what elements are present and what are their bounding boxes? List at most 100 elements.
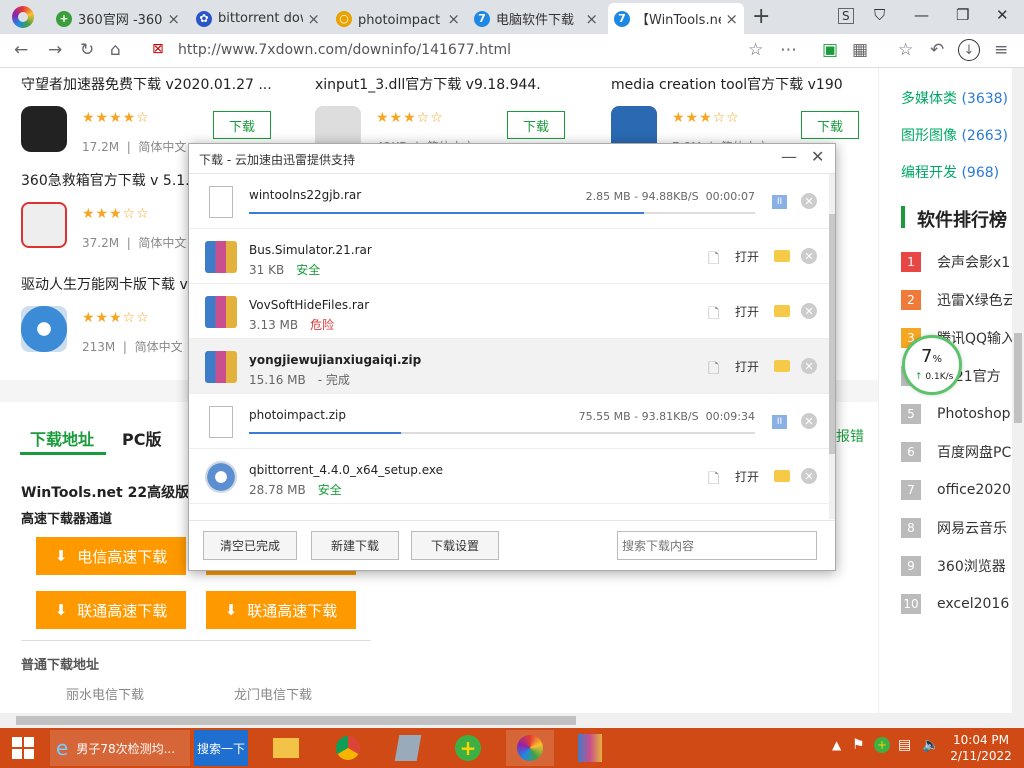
dialog-close-icon[interactable]: ✕	[811, 147, 824, 166]
software-icon[interactable]	[21, 306, 67, 352]
address-bar[interactable]: ⊠ http://www.7xdown.com/downinfo/141677.…	[148, 39, 808, 63]
dialog-scrollbar[interactable]	[829, 174, 835, 519]
taskbar-search[interactable]: 搜索一下	[194, 730, 248, 766]
tab-close-icon[interactable]: ×	[585, 10, 598, 28]
software-name[interactable]: 驱动人生万能网卡版下载 v	[21, 274, 188, 294]
open-button[interactable]: 打开	[735, 358, 759, 375]
rank-item[interactable]: 5 Photoshop	[901, 402, 1012, 426]
category-link[interactable]: 图形图像 (2663)	[901, 125, 1008, 145]
tab-1[interactable]: ✿ bittorrent dow ×	[190, 3, 326, 34]
tab-download-address[interactable]: 下载地址	[30, 426, 94, 450]
search-downloads-input[interactable]	[617, 531, 817, 560]
software-name[interactable]: 守望者加速器免费下载 v2020.01.27 ...	[21, 74, 272, 94]
tray-network-icon[interactable]: ▤	[898, 737, 911, 753]
remove-icon[interactable]: ✕	[801, 193, 817, 209]
download-item[interactable]: Bus.Simulator.21.rar 31 KB 安全 🗋 打开 ✕	[189, 229, 829, 284]
remove-icon[interactable]: ✕	[801, 413, 817, 429]
rank-item[interactable]: 6 百度网盘PC	[901, 440, 1012, 464]
shirt-icon[interactable]: ⛉	[874, 6, 885, 24]
software-name[interactable]: media creation tool官方下载 v190	[611, 74, 843, 94]
back-icon[interactable]: ←	[14, 40, 28, 60]
rank-item[interactable]: 1 会声会影x1	[901, 250, 1012, 274]
open-button[interactable]: 打开	[735, 468, 759, 485]
open-folder-icon[interactable]	[774, 360, 790, 372]
start-button[interactable]	[6, 730, 40, 766]
tray-volume-icon[interactable]: 🔈	[922, 737, 939, 753]
download-item[interactable]: photoimpact.zip 75.55 MB - 93.81KB/S 00:0…	[189, 394, 829, 449]
taskbar-chrome[interactable]	[328, 730, 368, 766]
rank-item[interactable]: 2 迅雷X绿色云	[901, 288, 1012, 312]
rank-item[interactable]: 10 excel2016	[901, 592, 1012, 616]
taskbar-app[interactable]	[388, 730, 428, 766]
download-button[interactable]: 下载	[507, 111, 565, 139]
open-folder-icon[interactable]	[774, 250, 790, 262]
taskbar-ie-item[interactable]: e 男子78次检测均...	[50, 730, 190, 766]
category-link[interactable]: 多媒体类 (3638)	[901, 88, 1008, 108]
document-icon[interactable]: 🗋	[708, 358, 719, 382]
download-item[interactable]: wintoolns22gjb.rar 2.85 MB - 94.88KB/S 00…	[189, 174, 829, 229]
tab-0[interactable]: +360官网 -360安 ×	[50, 3, 186, 34]
open-folder-icon[interactable]	[774, 470, 790, 482]
tab-close-icon[interactable]: ×	[307, 10, 320, 28]
rank-item[interactable]: 8 网易云音乐	[901, 516, 1012, 540]
rank-item[interactable]: 9 360浏览器	[901, 554, 1012, 578]
pause-icon[interactable]: II	[772, 415, 787, 429]
minimize-icon[interactable]: —	[914, 6, 929, 24]
reload-icon[interactable]: ↻	[80, 40, 94, 60]
tab-close-icon[interactable]: ×	[725, 10, 738, 28]
tab-pc[interactable]: PC版	[122, 426, 161, 450]
remove-icon[interactable]: ✕	[801, 468, 817, 484]
document-icon[interactable]: 🗋	[708, 303, 719, 327]
download-button[interactable]: 下载	[213, 111, 271, 139]
extension-icon[interactable]: ▣	[822, 40, 838, 60]
download-item-partial[interactable]	[189, 504, 829, 519]
vertical-scrollbar[interactable]	[1012, 68, 1024, 728]
download-item[interactable]: VovSoftHideFiles.rar 3.13 MB 危险 🗋 打开 ✕	[189, 284, 829, 339]
download-item[interactable]: yongjiewujianxiugaiqi.zip 15.16 MB - 完成 🗋 打开…	[189, 339, 829, 394]
apps-icon[interactable]: ▦	[852, 40, 868, 60]
remove-icon[interactable]: ✕	[801, 248, 817, 264]
tab-3[interactable]: 7 电脑软件下载 ×	[468, 3, 604, 34]
download-button[interactable]: 下载	[801, 111, 859, 139]
tab-close-icon[interactable]: ×	[167, 10, 180, 28]
browser-logo-icon[interactable]	[12, 6, 34, 28]
taskbar-winrar[interactable]	[566, 730, 614, 766]
clock[interactable]: 10:04 PM 2/11/2022	[944, 732, 1018, 764]
favorites-icon[interactable]: ☆	[898, 40, 913, 60]
tab-close-icon[interactable]: ×	[447, 10, 460, 28]
tab-2[interactable]: ○ photoimpact 。 ×	[330, 3, 466, 34]
document-icon[interactable]: 🗋	[708, 248, 719, 272]
speed-widget[interactable]: 7% ↑ 0.1K/s	[902, 335, 962, 395]
rank-item[interactable]: 7 office2020	[901, 478, 1012, 502]
new-download-button[interactable]: 新建下载	[311, 531, 399, 560]
pause-icon[interactable]: II	[772, 195, 787, 209]
software-name[interactable]: 360急救箱官方下载 v 5.1.0	[21, 170, 199, 190]
new-tab-icon[interactable]: +	[752, 4, 770, 29]
taskbar-browser[interactable]	[506, 730, 554, 766]
home-icon[interactable]: ⌂	[110, 40, 121, 60]
link-longmen[interactable]: 龙门电信下载	[234, 684, 312, 703]
open-button[interactable]: 打开	[735, 303, 759, 320]
taskbar-explorer[interactable]	[266, 730, 306, 766]
telecom-download-button[interactable]: ⬇ 电信高速下载	[36, 537, 186, 575]
shield-icon[interactable]: S	[838, 8, 854, 24]
open-folder-icon[interactable]	[774, 305, 790, 317]
software-icon[interactable]	[21, 106, 67, 152]
undo-icon[interactable]: ↶	[930, 40, 944, 60]
link-lishui[interactable]: 丽水电信下载	[66, 684, 144, 703]
document-icon[interactable]: 🗋	[708, 468, 719, 492]
dialog-minimize-icon[interactable]: —	[781, 147, 797, 166]
remove-icon[interactable]: ✕	[801, 358, 817, 374]
open-button[interactable]: 打开	[735, 248, 759, 265]
menu-icon[interactable]: ≡	[994, 40, 1008, 60]
tray-360-icon[interactable]: +	[874, 737, 890, 753]
software-icon[interactable]	[21, 202, 67, 248]
unicom-download-button[interactable]: ⬇ 联通高速下载	[36, 591, 186, 629]
tab-4[interactable]: 7 【WinTools.net ×	[608, 3, 744, 34]
software-name[interactable]: xinput1_3.dll官方下载 v9.18.944.	[315, 74, 541, 94]
taskbar-360[interactable]: +	[448, 730, 488, 766]
close-window-icon[interactable]: ✕	[996, 6, 1009, 24]
report-link[interactable]: 报错	[836, 426, 864, 446]
download-icon[interactable]: ↓	[958, 39, 980, 61]
restore-icon[interactable]: ❐	[956, 6, 969, 24]
